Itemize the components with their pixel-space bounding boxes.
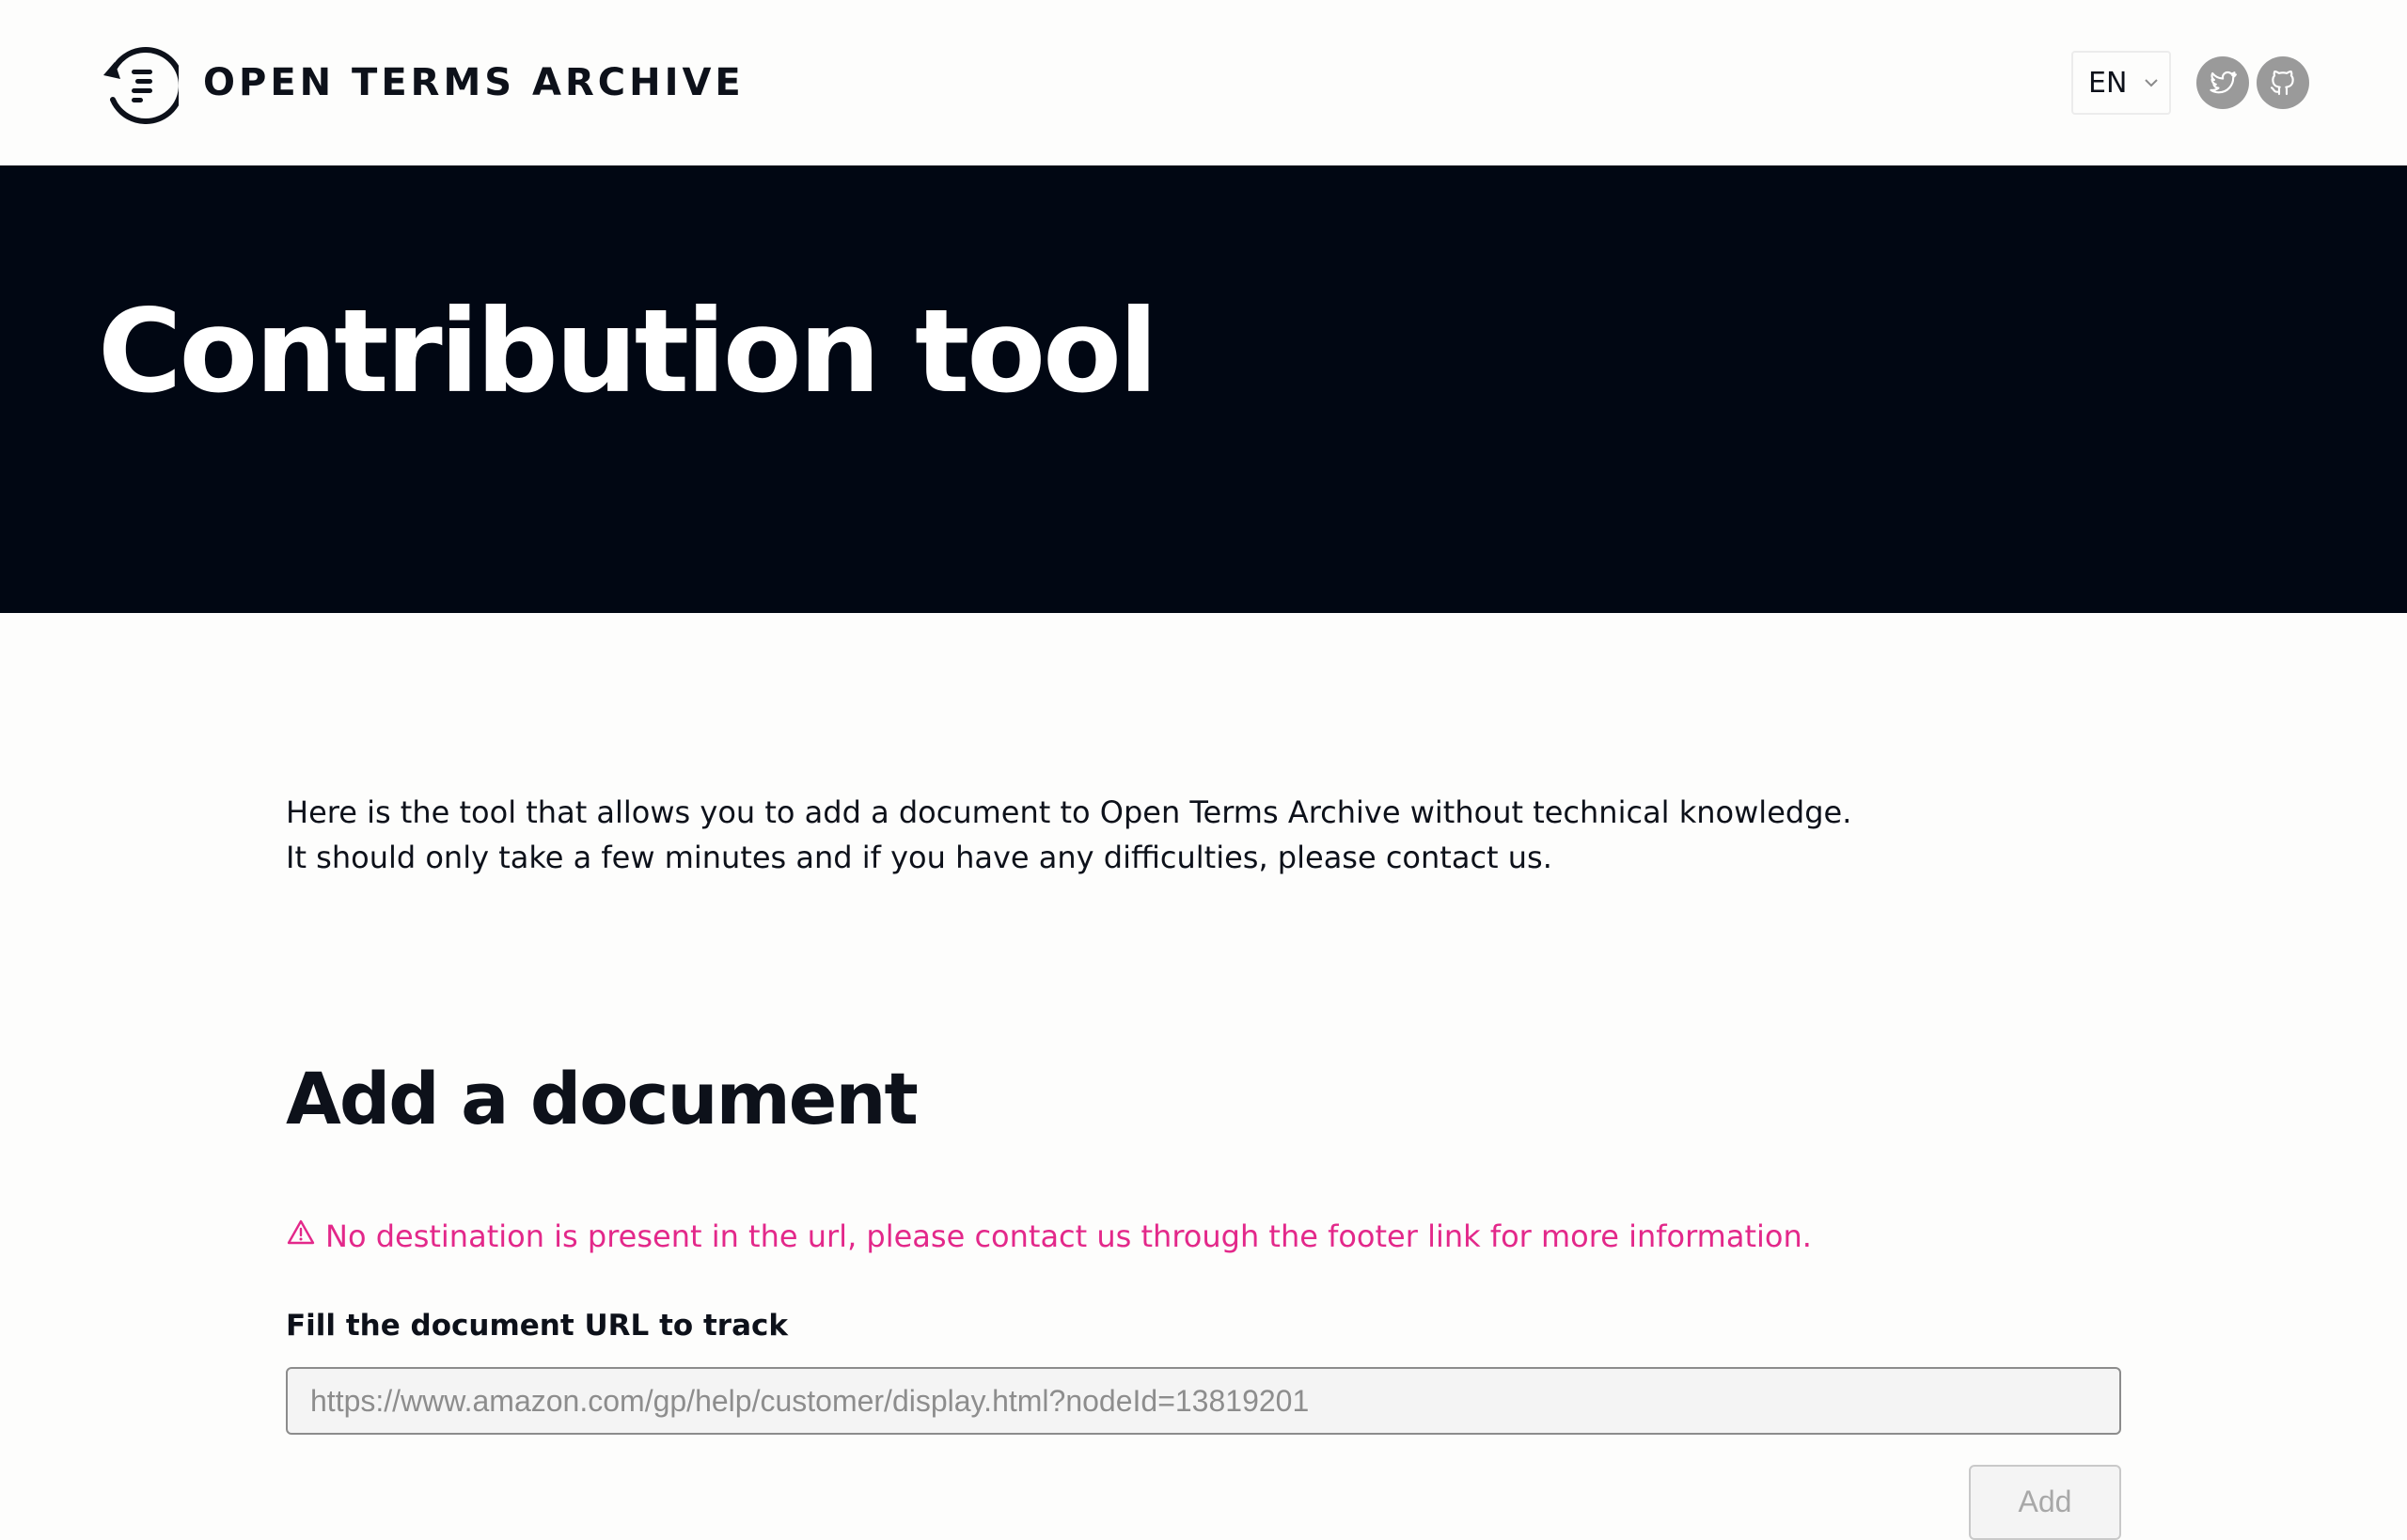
- site-header: OPEN TERMS ARCHIVE EN: [0, 0, 2407, 165]
- url-field-label: Fill the document URL to track: [286, 1309, 789, 1343]
- language-selected-label: EN: [2088, 66, 2128, 100]
- chevron-down-icon: [2145, 79, 2159, 87]
- language-selector[interactable]: EN: [2071, 51, 2171, 115]
- github-link[interactable]: [2257, 56, 2309, 109]
- intro-line-1: Here is the tool that allows you to add …: [286, 794, 1852, 830]
- section-title: Add a document: [286, 1057, 919, 1140]
- warning-text: No destination is present in the url, pl…: [325, 1218, 1812, 1254]
- hero-banner: Contribution tool: [0, 165, 2407, 613]
- github-icon: [2270, 71, 2294, 96]
- open-terms-archive-logo-icon: [103, 47, 179, 124]
- twitter-icon: [2210, 71, 2237, 94]
- site-logo-link[interactable]: OPEN TERMS ARCHIVE: [96, 41, 745, 124]
- intro-line-2: It should only take a few minutes and if…: [286, 840, 1552, 875]
- twitter-link[interactable]: [2196, 56, 2249, 109]
- page-title: Contribution tool: [98, 285, 1158, 418]
- intro-text: Here is the tool that allows you to add …: [286, 790, 2121, 880]
- document-url-input[interactable]: [286, 1367, 2121, 1435]
- brand-name: OPEN TERMS ARCHIVE: [203, 61, 745, 104]
- warning-triangle-icon: [287, 1219, 315, 1245]
- warning-message: No destination is present in the url, pl…: [286, 1218, 1812, 1254]
- add-button[interactable]: Add: [1969, 1465, 2121, 1540]
